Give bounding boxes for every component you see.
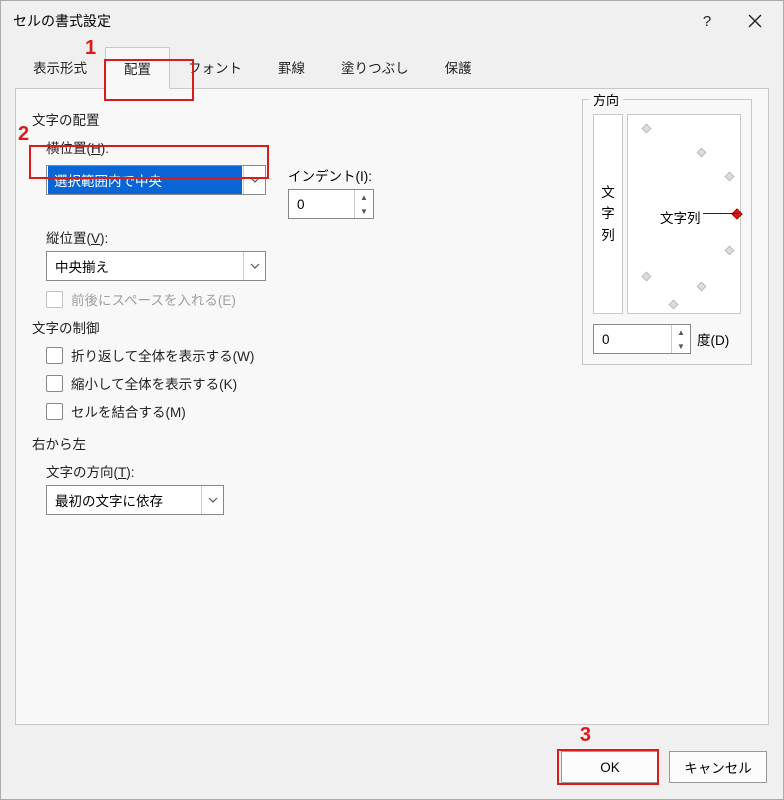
- orientation-group-label: 方向: [589, 90, 623, 109]
- annotation-marker-2: 2: [18, 123, 29, 146]
- checkbox-icon: [46, 375, 63, 392]
- vertical-text-button[interactable]: 文 字 列: [593, 114, 623, 314]
- text-direction-value: 最初の文字に依存: [47, 490, 201, 510]
- degree-value: 0: [594, 332, 671, 347]
- indent-value: 0: [289, 197, 354, 212]
- window-title: セルの書式設定: [13, 11, 683, 31]
- tab-protection[interactable]: 保護: [427, 47, 490, 88]
- tab-fill[interactable]: 塗りつぶし: [323, 47, 427, 88]
- degree-label: 度(D): [697, 329, 729, 349]
- text-direction-select[interactable]: 最初の文字に依存: [46, 485, 224, 515]
- indent-spinner[interactable]: 0 ▲ ▼: [288, 189, 374, 219]
- annotation-marker-1: 1: [85, 37, 96, 60]
- degree-up-button[interactable]: ▲: [672, 325, 690, 339]
- orientation-dial[interactable]: 文字列: [627, 114, 741, 314]
- vertical-alignment-value: 中央揃え: [47, 256, 243, 276]
- chevron-down-icon: [243, 166, 265, 194]
- tab-alignment[interactable]: 配置: [105, 47, 170, 89]
- tab-panel-alignment: 2 文字の配置 横位置(H): 選択範囲内で中央: [15, 89, 769, 725]
- chevron-down-icon: [201, 486, 223, 514]
- text-alignment-group-label: 文字の配置: [32, 109, 564, 129]
- merge-cells-checkbox[interactable]: セルを結合する(M): [46, 401, 564, 421]
- vertical-label: 縦位置(V):: [46, 227, 564, 247]
- degree-down-button[interactable]: ▼: [672, 339, 690, 353]
- text-direction-label: 文字の方向(T):: [46, 461, 564, 481]
- checkbox-icon: [46, 291, 63, 308]
- tab-strip: 表示形式 配置 フォント 罫線 塗りつぶし 保護: [15, 47, 769, 89]
- indent-down-button[interactable]: ▼: [355, 204, 373, 218]
- horizontal-label: 横位置(H):: [46, 137, 564, 157]
- horizontal-alignment-select[interactable]: 選択範囲内で中央: [46, 165, 266, 195]
- degree-spinner[interactable]: 0 ▲ ▼: [593, 324, 691, 354]
- orientation-group: 方向 文 字 列: [582, 99, 752, 365]
- chevron-down-icon: [243, 252, 265, 280]
- text-control-group-label: 文字の制御: [32, 317, 564, 337]
- titlebar: セルの書式設定 ?: [1, 1, 783, 41]
- orientation-dial-label: 文字列: [660, 207, 701, 227]
- annotation-marker-3: 3: [580, 724, 591, 747]
- rtl-group-label: 右から左: [32, 433, 564, 453]
- tab-border[interactable]: 罫線: [260, 47, 323, 88]
- shrink-to-fit-checkbox[interactable]: 縮小して全体を表示する(K): [46, 373, 564, 393]
- indent-up-button[interactable]: ▲: [355, 190, 373, 204]
- close-button[interactable]: [731, 1, 779, 41]
- wrap-text-checkbox[interactable]: 折り返して全体を表示する(W): [46, 345, 564, 365]
- tab-font[interactable]: フォント: [170, 47, 260, 88]
- cancel-button[interactable]: キャンセル: [669, 751, 767, 783]
- horizontal-alignment-value: 選択範囲内で中央: [48, 166, 242, 194]
- ok-button[interactable]: OK: [561, 751, 659, 783]
- help-button[interactable]: ?: [683, 1, 731, 41]
- checkbox-icon: [46, 347, 63, 364]
- checkbox-icon: [46, 403, 63, 420]
- format-cells-dialog: セルの書式設定 ? 1 表示形式 配置 フォント 罫線 塗りつぶし 保護 2 文…: [0, 0, 784, 800]
- dialog-body: 1 表示形式 配置 フォント 罫線 塗りつぶし 保護 2 文字の配置 横位置(H…: [1, 41, 783, 799]
- vertical-alignment-select[interactable]: 中央揃え: [46, 251, 266, 281]
- indent-label: インデント(I):: [288, 165, 374, 185]
- distributed-space-checkbox: 前後にスペースを入れる(E): [46, 289, 564, 309]
